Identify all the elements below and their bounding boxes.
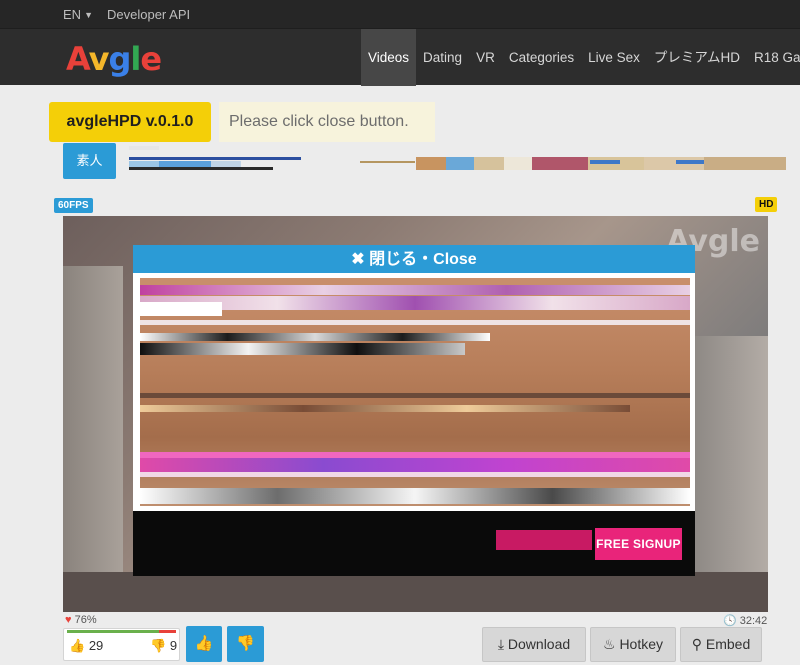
language-selector[interactable]: EN ▼ <box>63 7 93 22</box>
duration-display: 🕓 32:42 <box>723 614 767 627</box>
hpd-message: Please click close button. <box>219 102 435 142</box>
vote-bar-negative <box>159 630 176 633</box>
fire-icon: ♨ <box>602 636 616 652</box>
dislikes-value: 9 <box>169 638 178 653</box>
signup-decoration <box>496 530 592 550</box>
rating-display: ♥ 76% <box>65 614 97 626</box>
embed-label: Embed <box>705 636 751 652</box>
nav-item-videos[interactable]: Videos <box>361 29 417 86</box>
nav-menu: Videos Dating VR Categories Live Sex プレミ… <box>361 29 800 86</box>
background-cabinet <box>63 266 123 612</box>
download-button[interactable]: ⤓ Download <box>482 627 586 662</box>
heart-icon: ♥ <box>65 614 72 626</box>
thumbs-up-icon: 👍 <box>69 638 86 653</box>
free-signup-button[interactable]: FREE SIGNUP <box>595 528 682 560</box>
logo-letter: e <box>140 40 162 78</box>
likes-count: 👍 29 <box>69 638 103 654</box>
nav-item-vr[interactable]: VR <box>469 29 502 86</box>
site-logo[interactable]: Avgle <box>66 40 162 78</box>
logo-letter: A <box>66 40 90 78</box>
fps-badge: 60FPS <box>54 198 93 213</box>
likes-value: 29 <box>88 638 104 653</box>
thumbs-down-icon: 👎 <box>150 638 167 653</box>
dislikes-count: 👎 9 <box>150 638 177 654</box>
developer-api-link[interactable]: Developer API <box>107 7 190 22</box>
rating-percent: 76% <box>74 614 97 626</box>
logo-letter: v <box>88 40 110 78</box>
vote-bar-positive <box>67 630 159 633</box>
main-navbar: Avgle Videos Dating VR Categories Live S… <box>0 28 800 86</box>
dislike-button[interactable]: 👎 <box>227 626 264 662</box>
nav-item-r18-games[interactable]: R18 Gam <box>747 29 800 86</box>
background-floor <box>63 572 768 612</box>
nav-item-categories[interactable]: Categories <box>502 29 581 86</box>
hotkey-label: Hotkey <box>619 636 664 652</box>
download-icon: ⤓ <box>497 636 505 652</box>
clock-icon: 🕓 <box>723 615 737 627</box>
thumbs-up-icon: 👍 <box>194 635 214 652</box>
nav-item-dating[interactable]: Dating <box>416 29 469 86</box>
download-label: Download <box>507 636 571 652</box>
hd-badge: HD <box>755 197 778 212</box>
language-label: EN <box>63 7 82 22</box>
hotkey-button[interactable]: ♨ Hotkey <box>590 627 676 662</box>
link-icon: ⚲ <box>691 636 702 652</box>
embed-button[interactable]: ⚲ Embed <box>680 627 762 662</box>
logo-letter: g <box>108 40 131 78</box>
top-utility-bar: EN ▼ Developer API <box>0 0 800 28</box>
tag-amateur-button[interactable]: 素人 <box>63 143 116 179</box>
nav-item-premium-hd[interactable]: プレミアムHD <box>647 29 747 86</box>
caret-down-icon: ▼ <box>84 10 93 20</box>
logo-letter: l <box>130 40 141 78</box>
background-panel <box>693 336 768 612</box>
hpd-version-badge: avgleHPD v.0.1.0 <box>49 102 211 142</box>
duration-value: 32:42 <box>739 615 768 627</box>
like-button[interactable]: 👍 <box>186 626 222 662</box>
thumbs-down-icon: 👎 <box>236 635 255 652</box>
nav-item-live-sex[interactable]: Live Sex <box>581 29 647 86</box>
ad-close-button[interactable]: ✖ 閉じる・Close <box>133 245 695 273</box>
